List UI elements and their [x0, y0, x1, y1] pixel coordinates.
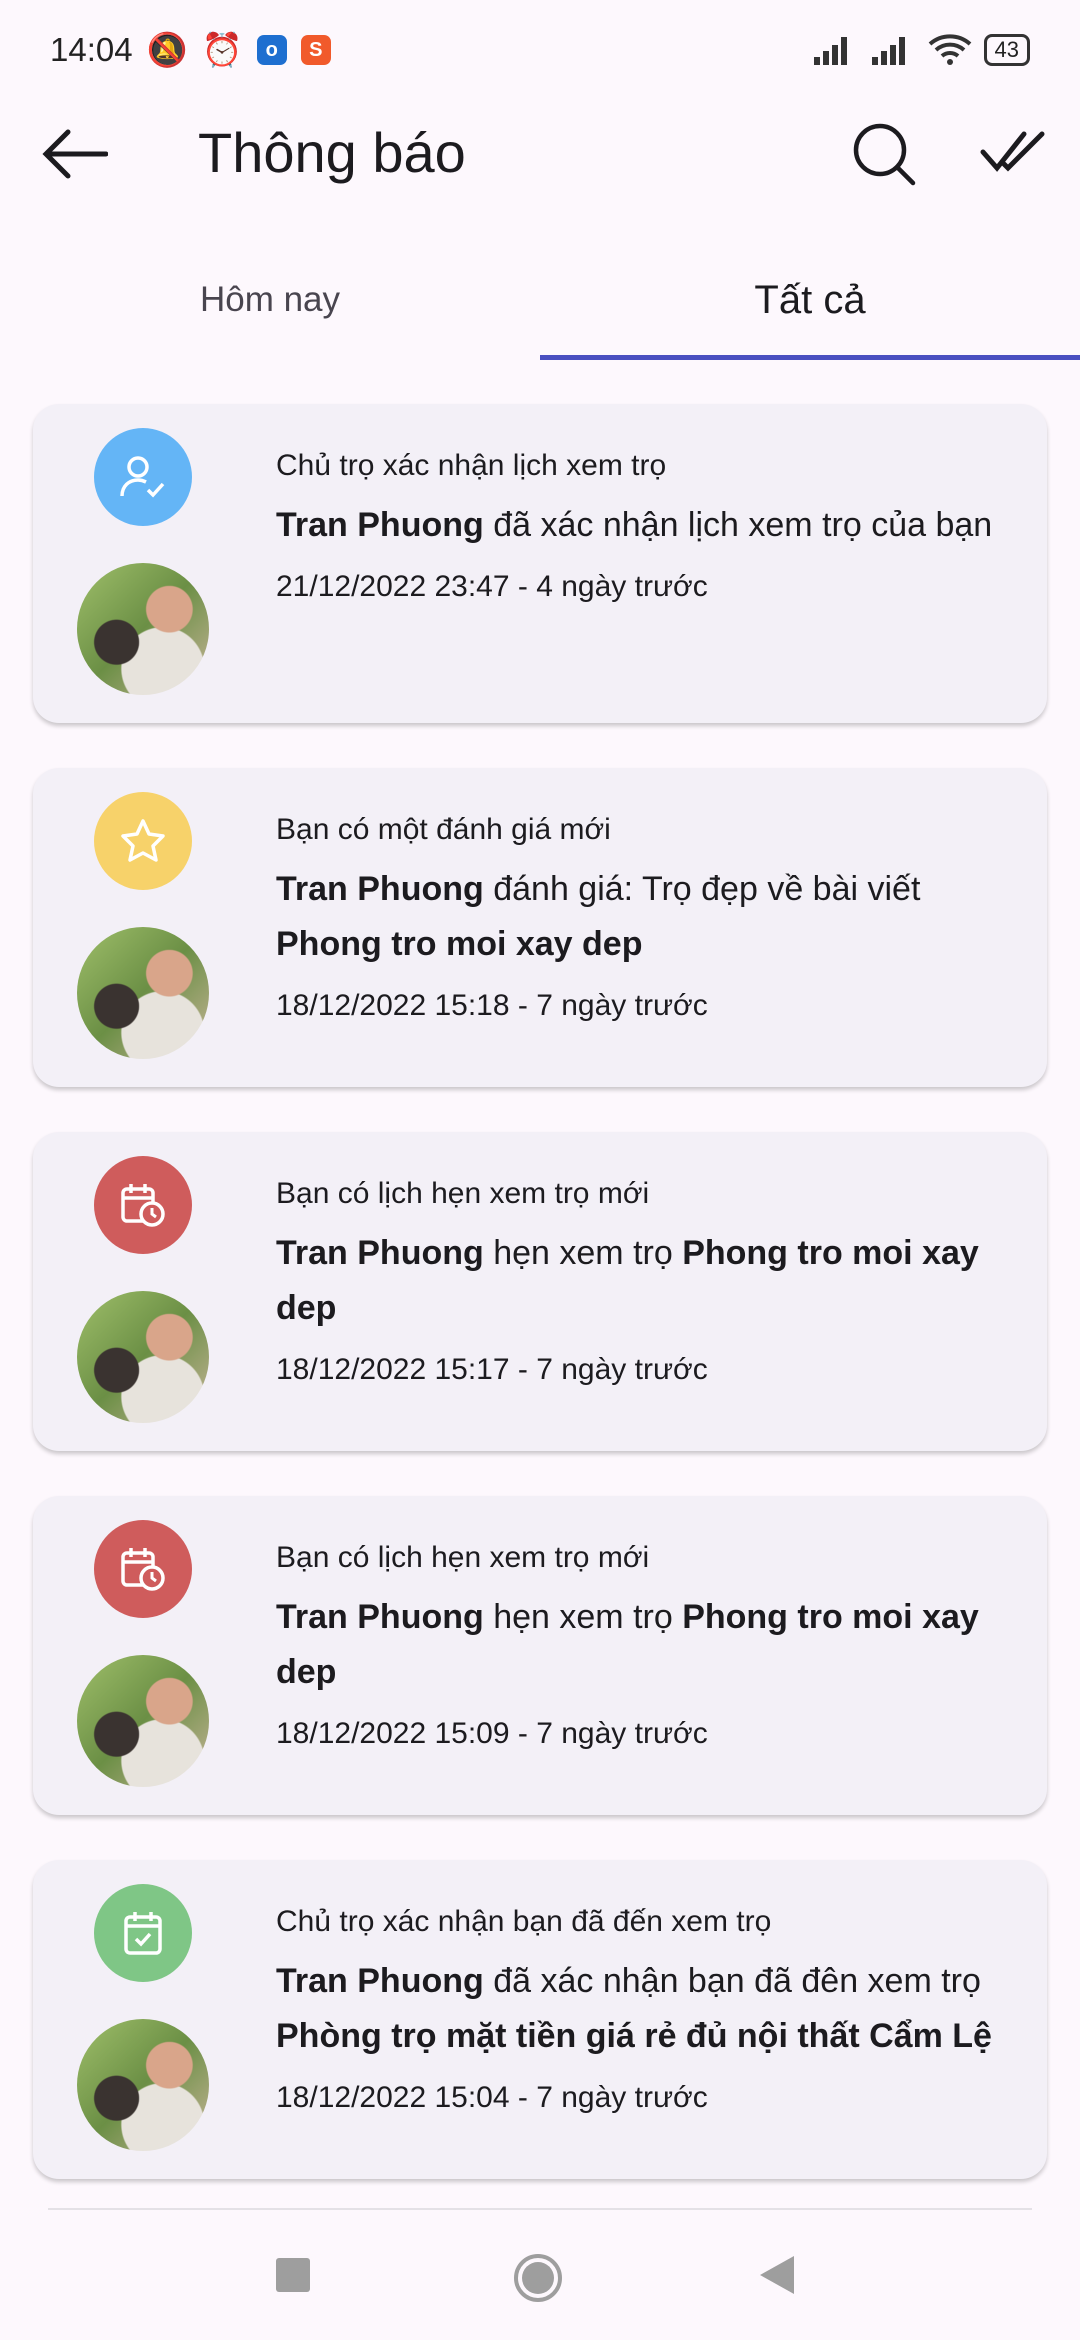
page-title: Thông báo	[198, 121, 466, 184]
notification-heading: Bạn có lịch hẹn xem trọ mới	[276, 1541, 650, 1574]
calendar-check-icon	[94, 1884, 192, 1982]
sender-name: Tran Phuong	[276, 1598, 484, 1636]
status-bar: 14:04 🔕 ⏰ o S 43	[0, 0, 1080, 100]
notification-card[interactable]: Bạn có lịch hẹn xem trọ mới Tran Phuong …	[33, 1496, 1047, 1815]
notification-card[interactable]: Bạn có một đánh giá mới Tran Phuong đánh…	[33, 768, 1047, 1087]
user-check-icon	[94, 428, 192, 526]
avatar	[77, 1655, 209, 1787]
star-icon	[94, 792, 192, 890]
sender-name: Tran Phuong	[276, 506, 484, 544]
message-text: hẹn xem trọ	[483, 1598, 683, 1636]
avatar	[77, 563, 209, 695]
signal-icon-2	[871, 37, 905, 65]
tab-all[interactable]: Tất cả	[540, 240, 1080, 360]
notification-date: 18/12/2022 15:17 - 7 ngày trước	[276, 1353, 708, 1386]
notification-message: Tran Phuong đã xác nhận lịch xem trọ của…	[276, 498, 1007, 553]
mute-icon: 🔕	[146, 30, 188, 68]
search-icon[interactable]	[850, 120, 920, 190]
divider	[48, 2208, 1032, 2210]
back-button[interactable]	[760, 2256, 794, 2294]
signal-icon	[813, 37, 847, 65]
wifi-icon	[928, 34, 971, 65]
back-arrow-icon[interactable]	[42, 128, 108, 180]
notification-date: 18/12/2022 15:04 - 7 ngày trước	[276, 2081, 708, 2114]
notification-date: 21/12/2022 23:47 - 4 ngày trước	[276, 570, 708, 603]
notification-date: 18/12/2022 15:18 - 7 ngày trước	[276, 989, 708, 1022]
battery-indicator: 43	[983, 34, 1030, 66]
notification-date: 18/12/2022 15:09 - 7 ngày trước	[276, 1717, 708, 1750]
sender-name: Tran Phuong	[276, 870, 484, 908]
message-text: đã xác nhận bạn đã đên xem trọ	[483, 1962, 981, 2000]
notification-card[interactable]: Chủ trọ xác nhận bạn đã đến xem trọ Tran…	[33, 1860, 1047, 2179]
notification-card[interactable]: Chủ trọ xác nhận lịch xem trọ Tran Phuon…	[33, 404, 1047, 723]
notification-message: Tran Phuong hẹn xem trọ Phong tro moi xa…	[276, 1226, 1007, 1336]
notification-heading: Chủ trọ xác nhận bạn đã đến xem trọ	[276, 1905, 772, 1938]
avatar	[77, 1291, 209, 1423]
notification-message: Tran Phuong đã xác nhận bạn đã đên xem t…	[276, 1954, 1007, 2064]
message-text: đánh giá: Trọ đẹp về bài viết	[483, 870, 921, 908]
sender-name: Tran Phuong	[276, 1234, 484, 1272]
notification-heading: Bạn có lịch hẹn xem trọ mới	[276, 1177, 650, 1210]
message-text: đã xác nhận lịch xem trọ của bạn	[483, 506, 993, 544]
home-button[interactable]	[512, 2252, 564, 2304]
post-title: Phong tro moi xay dep	[276, 925, 643, 963]
notification-heading: Bạn có một đánh giá mới	[276, 813, 611, 846]
notification-message: Tran Phuong hẹn xem trọ Phong tro moi xa…	[276, 1590, 1007, 1700]
shopee-icon: S	[300, 35, 331, 65]
alarm-icon: ⏰	[201, 30, 243, 68]
app-bar: Thông báo	[0, 100, 1080, 205]
post-title: Phòng trọ mặt tiền giá rẻ đủ nội thất Cẩ…	[276, 2017, 992, 2055]
outlook-icon: o	[256, 35, 287, 65]
system-nav-bar	[0, 2230, 1080, 2320]
calendar-clock-icon	[94, 1520, 192, 1618]
notification-heading: Chủ trọ xác nhận lịch xem trọ	[276, 449, 667, 482]
mark-all-read-icon[interactable]	[980, 130, 1046, 174]
avatar	[77, 927, 209, 1059]
tab-bar: Hôm nay Tất cả	[0, 240, 1080, 360]
calendar-clock-icon	[94, 1156, 192, 1254]
notification-list: Chủ trọ xác nhận lịch xem trọ Tran Phuon…	[33, 404, 1047, 2179]
tab-today[interactable]: Hôm nay	[0, 240, 540, 360]
notification-message: Tran Phuong đánh giá: Trọ đẹp về bài viế…	[276, 862, 1007, 972]
sender-name: Tran Phuong	[276, 1962, 484, 2000]
avatar	[77, 2019, 209, 2151]
status-time: 14:04	[50, 31, 133, 68]
message-text: hẹn xem trọ	[483, 1234, 683, 1272]
recents-button[interactable]	[276, 2258, 310, 2292]
notification-card[interactable]: Bạn có lịch hẹn xem trọ mới Tran Phuong …	[33, 1132, 1047, 1451]
